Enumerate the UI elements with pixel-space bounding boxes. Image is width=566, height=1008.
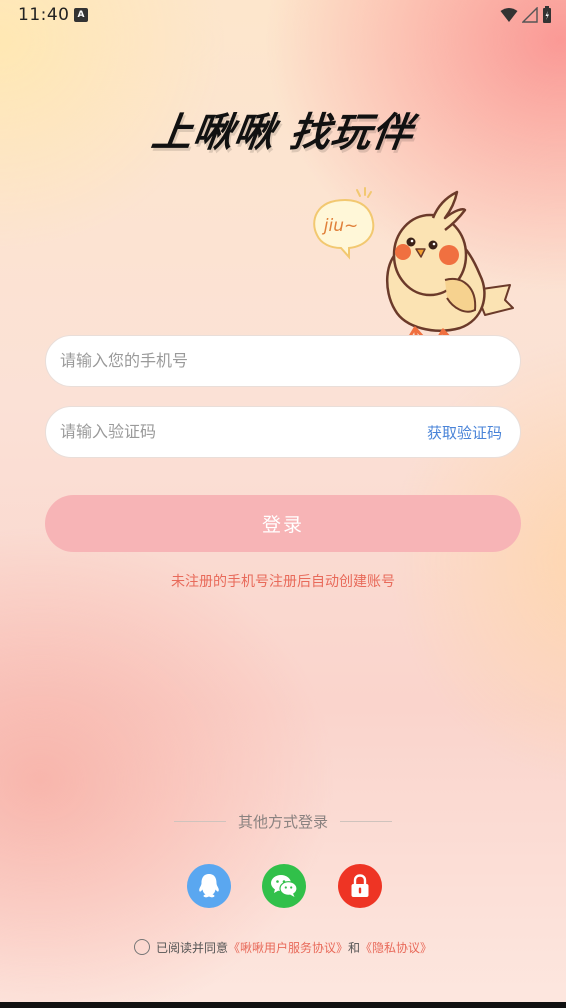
page-title: 上啾啾 找玩伴 (148, 110, 417, 156)
speech-bubble: jiu~ (313, 187, 375, 260)
wifi-icon (500, 8, 518, 22)
code-field-container: 获取验证码 (45, 406, 521, 458)
divider-line-left (173, 820, 226, 822)
login-button[interactable]: 登录 (45, 495, 521, 552)
get-code-button[interactable]: 获取验证码 (427, 422, 502, 443)
bird-mascot-illustration: jiu~ (313, 187, 514, 344)
agreement-row: 已阅读并同意 《啾啾用户服务协议》 和 《隐私协议》 (0, 937, 566, 957)
agree-radio[interactable] (133, 939, 150, 955)
register-hint: 未注册的手机号注册后自动创建账号 (171, 574, 395, 590)
signal-icon (522, 7, 538, 23)
status-time: 11:40 (18, 5, 70, 25)
wechat-login-button[interactable] (262, 864, 306, 908)
navigation-bar (0, 1002, 566, 1008)
wechat-icon (271, 875, 298, 897)
password-login-button[interactable] (338, 864, 382, 908)
status-icons (500, 6, 552, 24)
phone-field-container (45, 335, 521, 387)
qq-icon (199, 874, 219, 898)
agreement-prefix: 已阅读并同意 (155, 940, 228, 955)
service-agreement-link[interactable]: 《啾啾用户服务协议》 (228, 939, 348, 956)
status-bar: 11:40 A (0, 0, 566, 30)
other-login-title: 其他方式登录 (237, 812, 328, 831)
privacy-agreement-link[interactable]: 《隐私协议》 (360, 939, 432, 956)
verification-code-input[interactable] (60, 407, 420, 456)
agreement-and: 和 (348, 940, 361, 955)
divider-line-right (340, 820, 392, 822)
phone-input[interactable] (60, 336, 420, 385)
other-login-divider: 其他方式登录 (0, 810, 566, 832)
notification-icon: A (74, 8, 88, 22)
battery-icon (543, 6, 551, 23)
lock-icon (351, 874, 369, 897)
bubble-text: jiu~ (322, 216, 358, 236)
qq-login-button[interactable] (187, 864, 231, 908)
